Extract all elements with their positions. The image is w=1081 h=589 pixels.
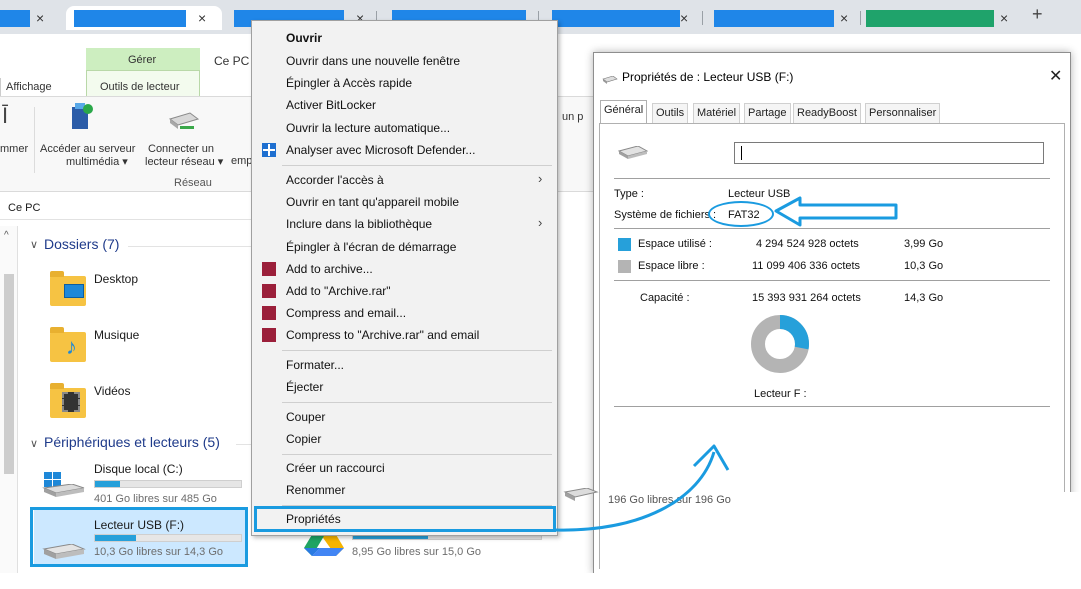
annotation-arrows [555,196,898,532]
arrow-left-icon [774,196,898,227]
curved-arrow-icon [555,451,716,532]
